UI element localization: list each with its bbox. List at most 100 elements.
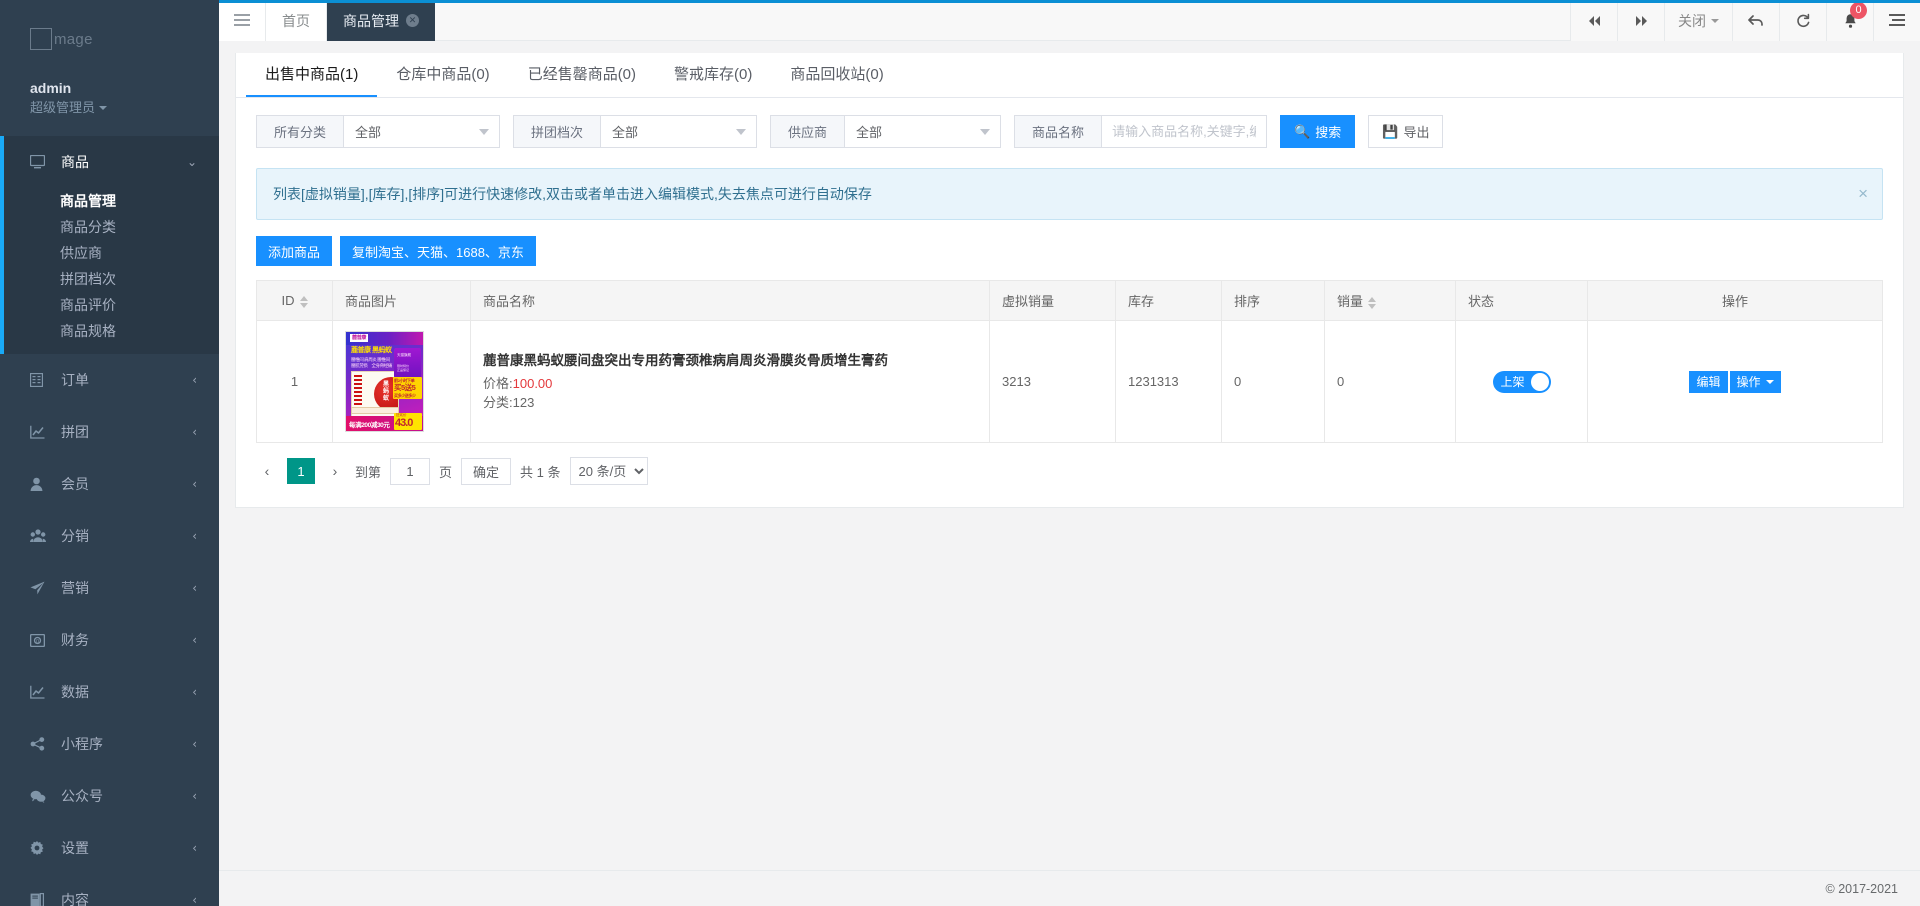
search-input[interactable]: [1101, 115, 1268, 148]
sidebar-subitem-供应商[interactable]: 供应商: [0, 240, 219, 266]
product-table: ID 商品图片 商品名称 虚拟销量 库存 排序 销量 状态 操作 1 蔍普康 蔍普康 黑蚂蚁 腰…: [256, 280, 1883, 443]
sidebar-logo[interactable]: mage: [30, 22, 219, 56]
filter-supplier-select[interactable]: 全部: [844, 115, 1002, 148]
sidebar-subitem-商品管理[interactable]: 商品管理: [0, 188, 219, 214]
export-button-label: 导出: [1403, 125, 1430, 140]
share-nodes-icon: [30, 737, 50, 751]
prev-tabs-button[interactable]: [1570, 0, 1617, 41]
chevron-down-icon: [479, 128, 490, 135]
cell-id: 1: [256, 320, 333, 443]
filter-group-tier-label: 拼团档次: [513, 115, 601, 148]
add-product-button[interactable]: 添加商品: [256, 236, 333, 266]
export-button[interactable]: 💾 导出: [1368, 115, 1444, 148]
back-button[interactable]: [1732, 0, 1779, 41]
next-tabs-button[interactable]: [1617, 0, 1664, 41]
filter-group-tier-select[interactable]: 全部: [600, 115, 758, 148]
sidebar-toggle-button[interactable]: [219, 0, 266, 41]
product-tab-3[interactable]: 警戒库存(0): [655, 53, 771, 97]
refresh-button[interactable]: [1779, 0, 1826, 41]
sidebar-subitem-拼团档次[interactable]: 拼团档次: [0, 266, 219, 292]
sidebar-link-分销[interactable]: 分销 ‹: [0, 510, 219, 562]
goto-page-input[interactable]: [390, 457, 431, 485]
double-chevron-left-icon: [1588, 15, 1600, 26]
product-tab-1[interactable]: 仓库中商品(0): [377, 53, 508, 97]
copy-from-platform-button[interactable]: 复制淘宝、天猫、1688、京东: [340, 236, 536, 266]
sort-icon[interactable]: [1368, 296, 1377, 309]
sidebar-subitem-商品规格[interactable]: 商品规格: [0, 318, 219, 344]
cell-sort[interactable]: 0: [1221, 320, 1325, 443]
product-tab-2[interactable]: 已经售罄商品(0): [509, 53, 655, 97]
cell-operations: 编辑 操作: [1587, 320, 1883, 443]
edit-button[interactable]: 编辑: [1689, 370, 1728, 393]
sidebar-item-内容: 内容 ‹: [0, 874, 219, 906]
filter-category-value: 全部: [355, 125, 382, 140]
chevron-left-icon: ‹: [192, 893, 197, 906]
chevron-down-icon: [1765, 379, 1774, 384]
table-header-销量[interactable]: 销量: [1324, 280, 1456, 321]
settings-panel-button[interactable]: [1873, 0, 1920, 41]
sidebar-link-商品[interactable]: 商品 ⌄: [0, 136, 219, 188]
sidebar-link-订单[interactable]: 订单 ‹: [0, 354, 219, 406]
sidebar-item-label: 数据: [61, 684, 89, 700]
table-header-label: 库存: [1128, 294, 1155, 309]
sidebar-item-label: 拼团: [61, 424, 89, 440]
filter-supplier-value: 全部: [856, 125, 883, 140]
filter-supplier-label: 供应商: [770, 115, 845, 148]
table-header-ID[interactable]: ID: [256, 280, 333, 321]
table-header-库存: 库存: [1115, 280, 1222, 321]
total-count-label: 共 1 条: [520, 464, 561, 480]
table-header-label: 虚拟销量: [1002, 294, 1055, 309]
prev-page-button[interactable]: ‹: [256, 458, 278, 484]
chevron-down-icon: [736, 128, 747, 135]
list-icon: [30, 373, 50, 387]
close-icon[interactable]: ×: [1858, 185, 1868, 203]
close-icon[interactable]: ✕: [406, 14, 419, 27]
row-actions: 编辑 操作: [1689, 370, 1781, 393]
sidebar-link-财务[interactable]: 0 财务 ‹: [0, 614, 219, 666]
sidebar-link-会员[interactable]: 会员 ‹: [0, 458, 219, 510]
sidebar-link-小程序[interactable]: 小程序 ‹: [0, 718, 219, 770]
product-thumbnail[interactable]: 蔍普康 蔍普康 黑蚂蚁 腰椎间 肩周炎 腰椎间 腰肌劳损 全身骨经痛 黑蚂蚁 天猫…: [345, 331, 424, 432]
product-name[interactable]: 蔍普康黑蚂蚁腰间盘突出专用药膏颈椎病肩周炎滑膜炎骨质增生膏药: [483, 351, 977, 371]
hamburger-icon: [234, 14, 250, 26]
sidebar-link-拼团[interactable]: 拼团 ‹: [0, 406, 219, 458]
topbar-tab-product-management[interactable]: 商品管理 ✕: [327, 0, 435, 41]
product-table-wrapper: ID 商品图片 商品名称 虚拟销量 库存 排序 销量 状态 操作 1 蔍普康 蔍普康 黑蚂蚁 腰…: [236, 266, 1903, 443]
sidebar-link-设置[interactable]: 设置 ‹: [0, 822, 219, 874]
table-header-label: 排序: [1234, 294, 1261, 309]
topbar-tab-home[interactable]: 首页: [266, 0, 327, 41]
page-number-1[interactable]: 1: [287, 458, 315, 484]
sidebar-subitem-商品分类[interactable]: 商品分类: [0, 214, 219, 240]
sidebar-item-label: 分销: [61, 528, 89, 544]
sort-icon[interactable]: [299, 295, 308, 308]
page-size-select[interactable]: 20 条/页: [569, 457, 648, 485]
sidebar-item-数据: 数据 ‹: [0, 666, 219, 718]
product-tab-4[interactable]: 商品回收站(0): [771, 53, 902, 97]
status-toggle[interactable]: 上架: [1492, 370, 1551, 393]
notifications-button[interactable]: 0: [1826, 0, 1873, 41]
cell-stock[interactable]: 1231313: [1115, 320, 1222, 443]
category-value: 123: [512, 395, 535, 410]
table-header-状态: 状态: [1455, 280, 1588, 321]
sidebar-link-公众号[interactable]: 公众号 ‹: [0, 770, 219, 822]
profile-username: admin: [30, 80, 72, 96]
notification-badge: 0: [1850, 2, 1867, 19]
filter-category-select[interactable]: 全部: [343, 115, 501, 148]
profile-role: 超级管理员: [30, 100, 96, 115]
sidebar-item-商品: 商品 ⌄ 商品管理 商品分类 供应商 拼团档次 商品评价 商品规格: [0, 136, 219, 354]
topbar: 首页 商品管理 ✕ 关闭 0: [219, 0, 1920, 41]
more-actions-button[interactable]: 操作: [1729, 370, 1781, 393]
sidebar-item-拼团: 拼团 ‹: [0, 406, 219, 458]
profile-role-row[interactable]: 超级管理员: [30, 98, 219, 118]
search-button[interactable]: 🔍 搜索: [1280, 115, 1356, 148]
sidebar-link-内容[interactable]: 内容 ‹: [0, 874, 219, 906]
sidebar-link-营销[interactable]: 营销 ‹: [0, 562, 219, 614]
product-tab-0[interactable]: 出售中商品(1): [246, 53, 378, 97]
sidebar-link-数据[interactable]: 数据 ‹: [0, 666, 219, 718]
next-page-button[interactable]: ›: [324, 458, 346, 484]
close-tabs-dropdown[interactable]: 关闭: [1664, 0, 1732, 41]
sidebar-subitem-商品评价[interactable]: 商品评价: [0, 292, 219, 318]
cell-virtual-sales[interactable]: 3213: [989, 320, 1116, 443]
confirm-page-button[interactable]: 确定: [461, 457, 512, 485]
thumb-brand-logo: 蔍普康: [350, 334, 369, 342]
